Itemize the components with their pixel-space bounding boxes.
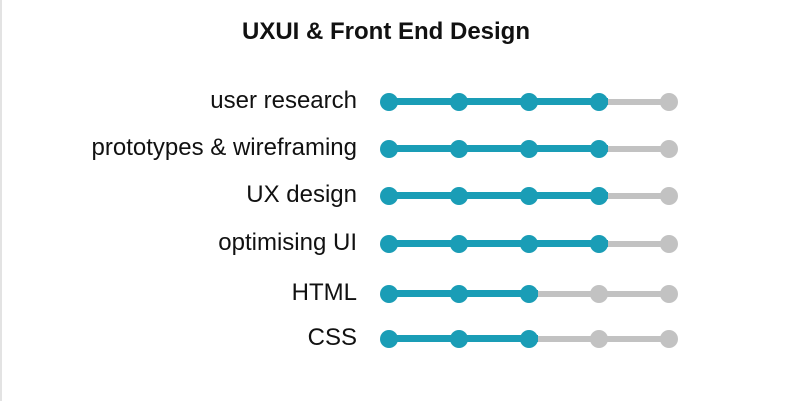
level-dot-filled (590, 140, 608, 158)
level-dot-empty (590, 330, 608, 348)
skill-level-fill (389, 145, 608, 152)
skill-row: CSS (0, 323, 799, 353)
skill-row: HTML (0, 278, 799, 308)
level-dot-empty (660, 140, 678, 158)
skill-level-fill (389, 240, 608, 247)
skill-row: user research (0, 86, 799, 116)
skill-label: optimising UI (218, 229, 357, 256)
level-dot-filled (380, 235, 398, 253)
level-dot-filled (520, 330, 538, 348)
level-dot-empty (660, 93, 678, 111)
level-dot-filled (380, 140, 398, 158)
skill-row: optimising UI (0, 228, 799, 258)
level-dot-filled (520, 285, 538, 303)
skill-row: prototypes & wireframing (0, 133, 799, 163)
skill-label: UX design (246, 181, 357, 208)
level-dot-filled (590, 235, 608, 253)
section-title: UXUI & Front End Design (242, 18, 530, 45)
level-dot-filled (380, 330, 398, 348)
level-dot-filled (520, 140, 538, 158)
level-dot-empty (660, 187, 678, 205)
level-dot-filled (590, 93, 608, 111)
skill-label: CSS (307, 324, 357, 351)
level-dot-filled (450, 235, 468, 253)
level-dot-filled (450, 285, 468, 303)
level-dot-empty (660, 285, 678, 303)
skill-label: prototypes & wireframing (91, 134, 357, 161)
level-dot-filled (520, 187, 538, 205)
level-dot-filled (450, 140, 468, 158)
level-dot-filled (380, 93, 398, 111)
level-dot-filled (380, 187, 398, 205)
level-dot-empty (590, 285, 608, 303)
level-dot-filled (450, 93, 468, 111)
skill-level-fill (389, 98, 608, 105)
level-dot-filled (520, 93, 538, 111)
skill-label: user research (210, 87, 357, 114)
skill-row: UX design (0, 180, 799, 210)
level-dot-empty (660, 235, 678, 253)
skill-label: HTML (291, 279, 357, 306)
skill-level-fill (389, 192, 608, 199)
level-dot-filled (450, 330, 468, 348)
level-dot-filled (380, 285, 398, 303)
level-dot-empty (660, 330, 678, 348)
level-dot-filled (590, 187, 608, 205)
level-dot-filled (520, 235, 538, 253)
level-dot-filled (450, 187, 468, 205)
